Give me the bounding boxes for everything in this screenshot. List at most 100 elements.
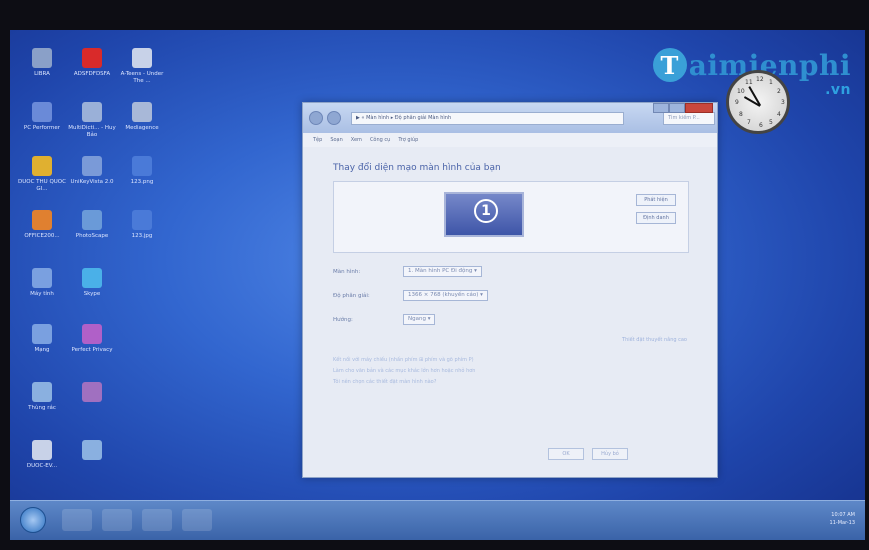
text-size-link[interactable]: Làm cho văn bản và các mục khác lớn hơn … [333, 366, 687, 377]
app-icon [82, 440, 102, 460]
app-icon [132, 156, 152, 176]
desktop-icon[interactable]: ADSFDFDSFA [68, 48, 116, 78]
taskbar-window-icon[interactable] [182, 509, 212, 531]
display-field-row: Màn hình: 1. Màn hình PC Đi động ▾ [333, 266, 687, 277]
desktop-icon-label: UniKeyVista 2.0 [70, 179, 114, 185]
menu-item[interactable]: Tệp [313, 133, 322, 147]
desktop-icon[interactable]: Máy tính [18, 268, 66, 298]
clock-number: 4 [777, 111, 781, 118]
detect-button[interactable]: Phát hiện [636, 194, 676, 206]
screen-resolution-window[interactable]: ▶ « Màn hình ▸ Độ phân giải Màn hình Tìm… [302, 102, 718, 478]
resolution-field-row: Độ phân giải: 1366 × 768 (khuyến cáo) ▾ [333, 290, 687, 301]
desktop-icon-label: ADSFDFDSFA [73, 71, 111, 77]
desktop-icon[interactable]: UniKeyVista 2.0 [68, 156, 116, 186]
identify-button[interactable]: Định danh [636, 212, 676, 224]
app-icon [82, 382, 102, 402]
desktop-icon[interactable]: PhotoScape [68, 210, 116, 240]
forward-button[interactable] [327, 111, 341, 125]
start-button[interactable] [20, 507, 46, 533]
app-icon [32, 324, 52, 344]
app-icon [132, 48, 152, 68]
orientation-field-row: Hướng: Ngang ▾ [333, 314, 687, 325]
menu-item[interactable]: Soạn [330, 133, 342, 147]
taskbar-network-icon[interactable] [142, 509, 172, 531]
desktop-icon[interactable]: Skype [68, 268, 116, 298]
app-icon [82, 48, 102, 68]
desktop-icon-label: LIBRA [34, 71, 50, 77]
monitor-number-badge: 1 [474, 199, 498, 223]
watermark-tld: .vn [825, 82, 851, 98]
monitor-bezel: LIBRA ADSFDFDSFA A-Teens - Under The ... PC… [0, 0, 869, 550]
orientation-select[interactable]: Ngang ▾ [403, 314, 436, 325]
clock-number: 6 [759, 122, 763, 129]
menu-bar: Tệp Soạn Xem Công cụ Trợ giúp [303, 133, 717, 147]
app-icon [32, 156, 52, 176]
desktop-icon[interactable]: Mạng [18, 324, 66, 354]
window-titlebar[interactable]: ▶ « Màn hình ▸ Độ phân giải Màn hình Tìm… [303, 103, 717, 133]
desktop-icon[interactable]: 123.png [118, 156, 166, 186]
desktop-icon[interactable]: LIBRA [18, 48, 66, 78]
app-icon [82, 102, 102, 122]
desktop-icon[interactable]: DUOC-EV... [18, 440, 66, 470]
desktop-icon[interactable]: Thùng rác [18, 382, 66, 412]
app-icon [32, 440, 52, 460]
app-icon [32, 210, 52, 230]
window-content: Thay đổi diện mạo màn hình của bạn 1 Phá… [303, 147, 717, 396]
settings-help-link[interactable]: Tôi nên chọn các thiết đặt màn hình nào? [333, 377, 687, 388]
minimize-button[interactable] [653, 103, 669, 113]
tray-time: 10:07 AM [831, 512, 855, 518]
clock-number: 1 [769, 79, 773, 86]
desktop-icon-label: Mediagence [125, 125, 159, 131]
orientation-label: Hướng: [333, 316, 353, 323]
taskbar-folder-icon[interactable] [102, 509, 132, 531]
desktop-icon[interactable] [68, 382, 116, 405]
display-select[interactable]: 1. Màn hình PC Đi động ▾ [403, 266, 482, 277]
page-title: Thay đổi diện mạo màn hình của bạn [333, 163, 501, 173]
desktop-icon[interactable] [68, 440, 116, 463]
menu-item[interactable]: Xem [351, 133, 362, 147]
clock-gadget[interactable]: 12 3 6 9 1 2 4 5 7 8 10 11 [726, 70, 790, 134]
maximize-button[interactable] [669, 103, 685, 113]
advanced-settings-link[interactable]: Thiết đặt thuyết nâng cao [333, 337, 687, 343]
close-button[interactable] [685, 103, 713, 113]
dialog-buttons: OK Hủy bỏ [548, 448, 628, 460]
desktop-icon-label: Perfect Privacy [71, 347, 113, 353]
app-icon [82, 210, 102, 230]
app-icon [132, 210, 152, 230]
desktop-icon[interactable]: A-Teens - Under The ... [118, 48, 166, 84]
app-icon [32, 268, 52, 288]
desktop-icon-label: Máy tính [30, 291, 54, 297]
taskbar: 10:07 AM 11-Mar-13 [10, 500, 865, 540]
monitor-thumbnail[interactable]: 1 [444, 192, 524, 237]
system-tray-clock[interactable]: 10:07 AM 11-Mar-13 [830, 511, 855, 527]
resolution-select[interactable]: 1366 × 768 (khuyến cáo) ▾ [403, 290, 488, 301]
clock-number: 8 [739, 111, 743, 118]
desktop-icon-label: MultiDicti... - Huy Bảo [68, 125, 116, 138]
desktop-icon[interactable]: 123.jpg [118, 210, 166, 240]
desktop-icon[interactable]: OFFICE200... [18, 210, 66, 240]
back-button[interactable] [309, 111, 323, 125]
desktop-icon-label: Mạng [34, 347, 50, 353]
desktop-icon[interactable]: DUOC THU QUOC GI... [18, 156, 66, 192]
menu-item[interactable]: Công cụ [370, 133, 390, 147]
desktop-screen: LIBRA ADSFDFDSFA A-Teens - Under The ... PC… [10, 30, 865, 540]
desktop-icon-label: OFFICE200... [24, 233, 60, 239]
app-icon [82, 156, 102, 176]
desktop-icon-label: A-Teens - Under The ... [120, 71, 164, 84]
desktop-icon[interactable]: PC Performer [18, 102, 66, 132]
menu-item[interactable]: Trợ giúp [398, 133, 418, 147]
app-icon [82, 324, 102, 344]
cancel-button[interactable]: Hủy bỏ [592, 448, 628, 460]
desktop-icon[interactable]: Mediagence [118, 102, 166, 132]
app-icon [132, 102, 152, 122]
address-bar[interactable]: ▶ « Màn hình ▸ Độ phân giải Màn hình [351, 112, 624, 125]
search-input[interactable]: Tìm kiếm P... [663, 112, 715, 125]
clock-number: 10 [737, 88, 745, 95]
projector-link[interactable]: Kết nối với máy chiếu (nhấn phím ⊞ phím … [333, 355, 687, 366]
ok-button[interactable]: OK [548, 448, 584, 460]
clock-number: 12 [756, 76, 764, 83]
clock-number: 9 [735, 99, 739, 106]
desktop-icon[interactable]: Perfect Privacy [68, 324, 116, 354]
desktop-icon[interactable]: MultiDicti... - Huy Bảo [68, 102, 116, 138]
taskbar-browser-icon[interactable] [62, 509, 92, 531]
